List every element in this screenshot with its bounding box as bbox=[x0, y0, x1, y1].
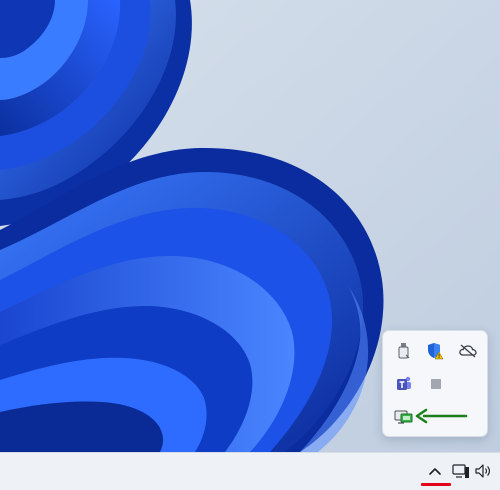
desktop-screen bbox=[0, 0, 500, 490]
usb-drive-icon[interactable] bbox=[390, 337, 418, 365]
microsoft-teams-icon[interactable] bbox=[390, 370, 418, 398]
network-icon[interactable] bbox=[451, 461, 471, 481]
annotation-arrow bbox=[415, 408, 468, 424]
active-indicator-underline bbox=[421, 483, 451, 486]
onedrive-offline-icon[interactable] bbox=[454, 337, 482, 365]
security-shield-warning-icon[interactable] bbox=[421, 337, 449, 365]
show-hidden-icons-chevron-icon[interactable] bbox=[424, 461, 446, 481]
blank-app-icon[interactable] bbox=[422, 370, 450, 398]
volume-icon[interactable] bbox=[473, 461, 493, 481]
taskbar bbox=[0, 452, 500, 490]
